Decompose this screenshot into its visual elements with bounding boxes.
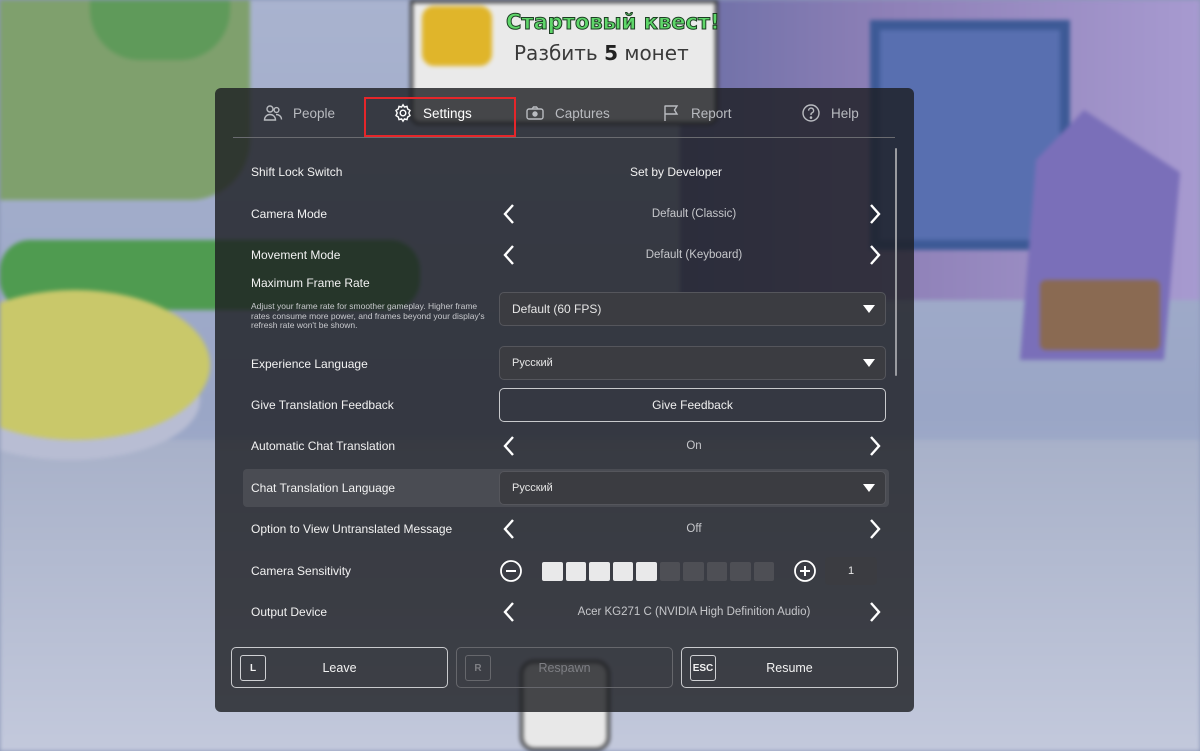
chevron-right-icon bbox=[870, 602, 881, 622]
sensitivity-segment[interactable] bbox=[542, 561, 563, 581]
sensitivity-segment[interactable] bbox=[730, 561, 751, 581]
tab-label: People bbox=[293, 105, 336, 121]
camera-sensitivity-slider[interactable] bbox=[542, 561, 774, 581]
sensitivity-segment[interactable] bbox=[612, 561, 633, 581]
camera-mode-next-button[interactable] bbox=[865, 199, 885, 229]
camera-sensitivity-value-input[interactable]: 1 bbox=[825, 557, 877, 585]
setting-value: Off bbox=[686, 523, 702, 535]
setting-label: Chat Translation Language bbox=[251, 481, 396, 495]
setting-label: Output Device bbox=[251, 605, 328, 619]
output-device-next-button[interactable] bbox=[865, 597, 885, 627]
setting-row-camera-sensitivity: Camera Sensitivity 1 bbox=[243, 553, 889, 589]
chevron-right-icon bbox=[870, 245, 881, 265]
setting-label: Maximum Frame Rate bbox=[251, 276, 370, 290]
setting-value: Acer KG271 C (NVIDIA High Definition Aud… bbox=[577, 606, 811, 618]
minus-circle-icon[interactable] bbox=[499, 559, 523, 583]
tab-report[interactable]: Report bbox=[661, 88, 732, 138]
gear-icon bbox=[395, 103, 411, 123]
sensitivity-segment[interactable] bbox=[753, 561, 774, 581]
caret-down-icon bbox=[863, 359, 875, 367]
dropdown-value: Русский bbox=[512, 482, 553, 494]
sensitivity-segment[interactable] bbox=[683, 561, 704, 581]
tab-label: Settings bbox=[423, 105, 472, 121]
tab-label: Captures bbox=[555, 105, 610, 121]
plus-circle-icon[interactable] bbox=[793, 559, 817, 583]
dropdown-value: Русский bbox=[512, 357, 553, 369]
leave-button[interactable]: L Leave bbox=[231, 647, 448, 688]
sensitivity-segment[interactable] bbox=[636, 561, 657, 581]
setting-row-view-untranslated: Option to View Untranslated Message Off bbox=[243, 511, 889, 547]
key-hint: R bbox=[465, 655, 491, 681]
setting-row-shift-lock: Shift Lock Switch Set by Developer bbox=[243, 154, 889, 190]
resume-button[interactable]: ESC Resume bbox=[681, 647, 898, 688]
button-label: Respawn bbox=[538, 660, 591, 675]
setting-value: Set by Developer bbox=[630, 165, 723, 179]
frame-rate-dropdown[interactable]: Default (60 FPS) bbox=[499, 292, 886, 326]
quest-subtitle: Разбить 5 монет bbox=[514, 41, 689, 65]
setting-row-max-frame-rate: Maximum Frame Rate bbox=[243, 273, 889, 293]
settings-scrollbar[interactable] bbox=[895, 148, 897, 376]
view-untranslated-next-button[interactable] bbox=[865, 514, 885, 544]
movement-mode-next-button[interactable] bbox=[865, 240, 885, 270]
sensitivity-segment[interactable] bbox=[565, 561, 586, 581]
setting-row-auto-chat-translation: Automatic Chat Translation On bbox=[243, 428, 889, 464]
frame-rate-description: Adjust your frame rate for smoother game… bbox=[251, 301, 485, 330]
setting-row-camera-mode: Camera Mode Default (Classic) bbox=[243, 196, 889, 232]
tab-settings[interactable]: Settings bbox=[393, 88, 472, 138]
button-label: Resume bbox=[766, 660, 813, 675]
settings-menu-panel: People Settings Captures Report Help Shi… bbox=[215, 88, 914, 712]
tab-label: Report bbox=[691, 105, 732, 121]
tab-help[interactable]: Help bbox=[801, 88, 859, 138]
help-icon bbox=[802, 104, 820, 122]
setting-value: Default (Classic) bbox=[651, 208, 737, 220]
chevron-right-icon bbox=[870, 436, 881, 456]
flag-icon bbox=[664, 105, 679, 121]
setting-row-output-device: Output Device Acer KG271 C (NVIDIA High … bbox=[243, 594, 889, 630]
setting-label: Experience Language bbox=[251, 357, 368, 371]
caret-down-icon bbox=[863, 305, 875, 313]
setting-label: Option to View Untranslated Message bbox=[251, 522, 453, 536]
key-hint: ESC bbox=[690, 655, 716, 681]
setting-label: Automatic Chat Translation bbox=[251, 439, 396, 453]
sensitivity-segment[interactable] bbox=[659, 561, 680, 581]
key-hint: L bbox=[240, 655, 266, 681]
quest-title: Стартовый квест! bbox=[506, 10, 721, 35]
dropdown-value: Default (60 FPS) bbox=[512, 302, 602, 316]
tab-people[interactable]: People bbox=[263, 88, 335, 138]
give-feedback-button[interactable]: Give Feedback bbox=[499, 388, 886, 422]
sensitivity-segment[interactable] bbox=[706, 561, 727, 581]
chevron-right-icon bbox=[870, 519, 881, 539]
setting-label: Camera Mode bbox=[251, 207, 328, 221]
tab-captures[interactable]: Captures bbox=[525, 88, 610, 138]
caret-down-icon bbox=[863, 484, 875, 492]
chat-translation-language-dropdown[interactable]: Русский bbox=[499, 471, 886, 505]
setting-label: Give Translation Feedback bbox=[251, 398, 394, 412]
auto-translation-next-button[interactable] bbox=[865, 431, 885, 461]
tab-label: Help bbox=[831, 105, 859, 121]
chevron-right-icon bbox=[870, 204, 881, 224]
people-icon bbox=[263, 105, 283, 121]
setting-label: Shift Lock Switch bbox=[251, 165, 343, 179]
respawn-button[interactable]: R Respawn bbox=[456, 647, 673, 688]
experience-language-dropdown[interactable]: Русский bbox=[499, 346, 886, 380]
setting-value: Default (Keyboard) bbox=[645, 249, 743, 261]
setting-label: Camera Sensitivity bbox=[251, 564, 352, 578]
button-label: Leave bbox=[322, 660, 357, 675]
tab-bar: People Settings Captures Report Help bbox=[233, 88, 895, 138]
setting-row-movement-mode: Movement Mode Default (Keyboard) bbox=[243, 237, 889, 273]
sensitivity-segment[interactable] bbox=[589, 561, 610, 581]
camera-icon bbox=[526, 106, 544, 120]
setting-value: On bbox=[686, 440, 702, 452]
setting-label: Movement Mode bbox=[251, 248, 341, 262]
